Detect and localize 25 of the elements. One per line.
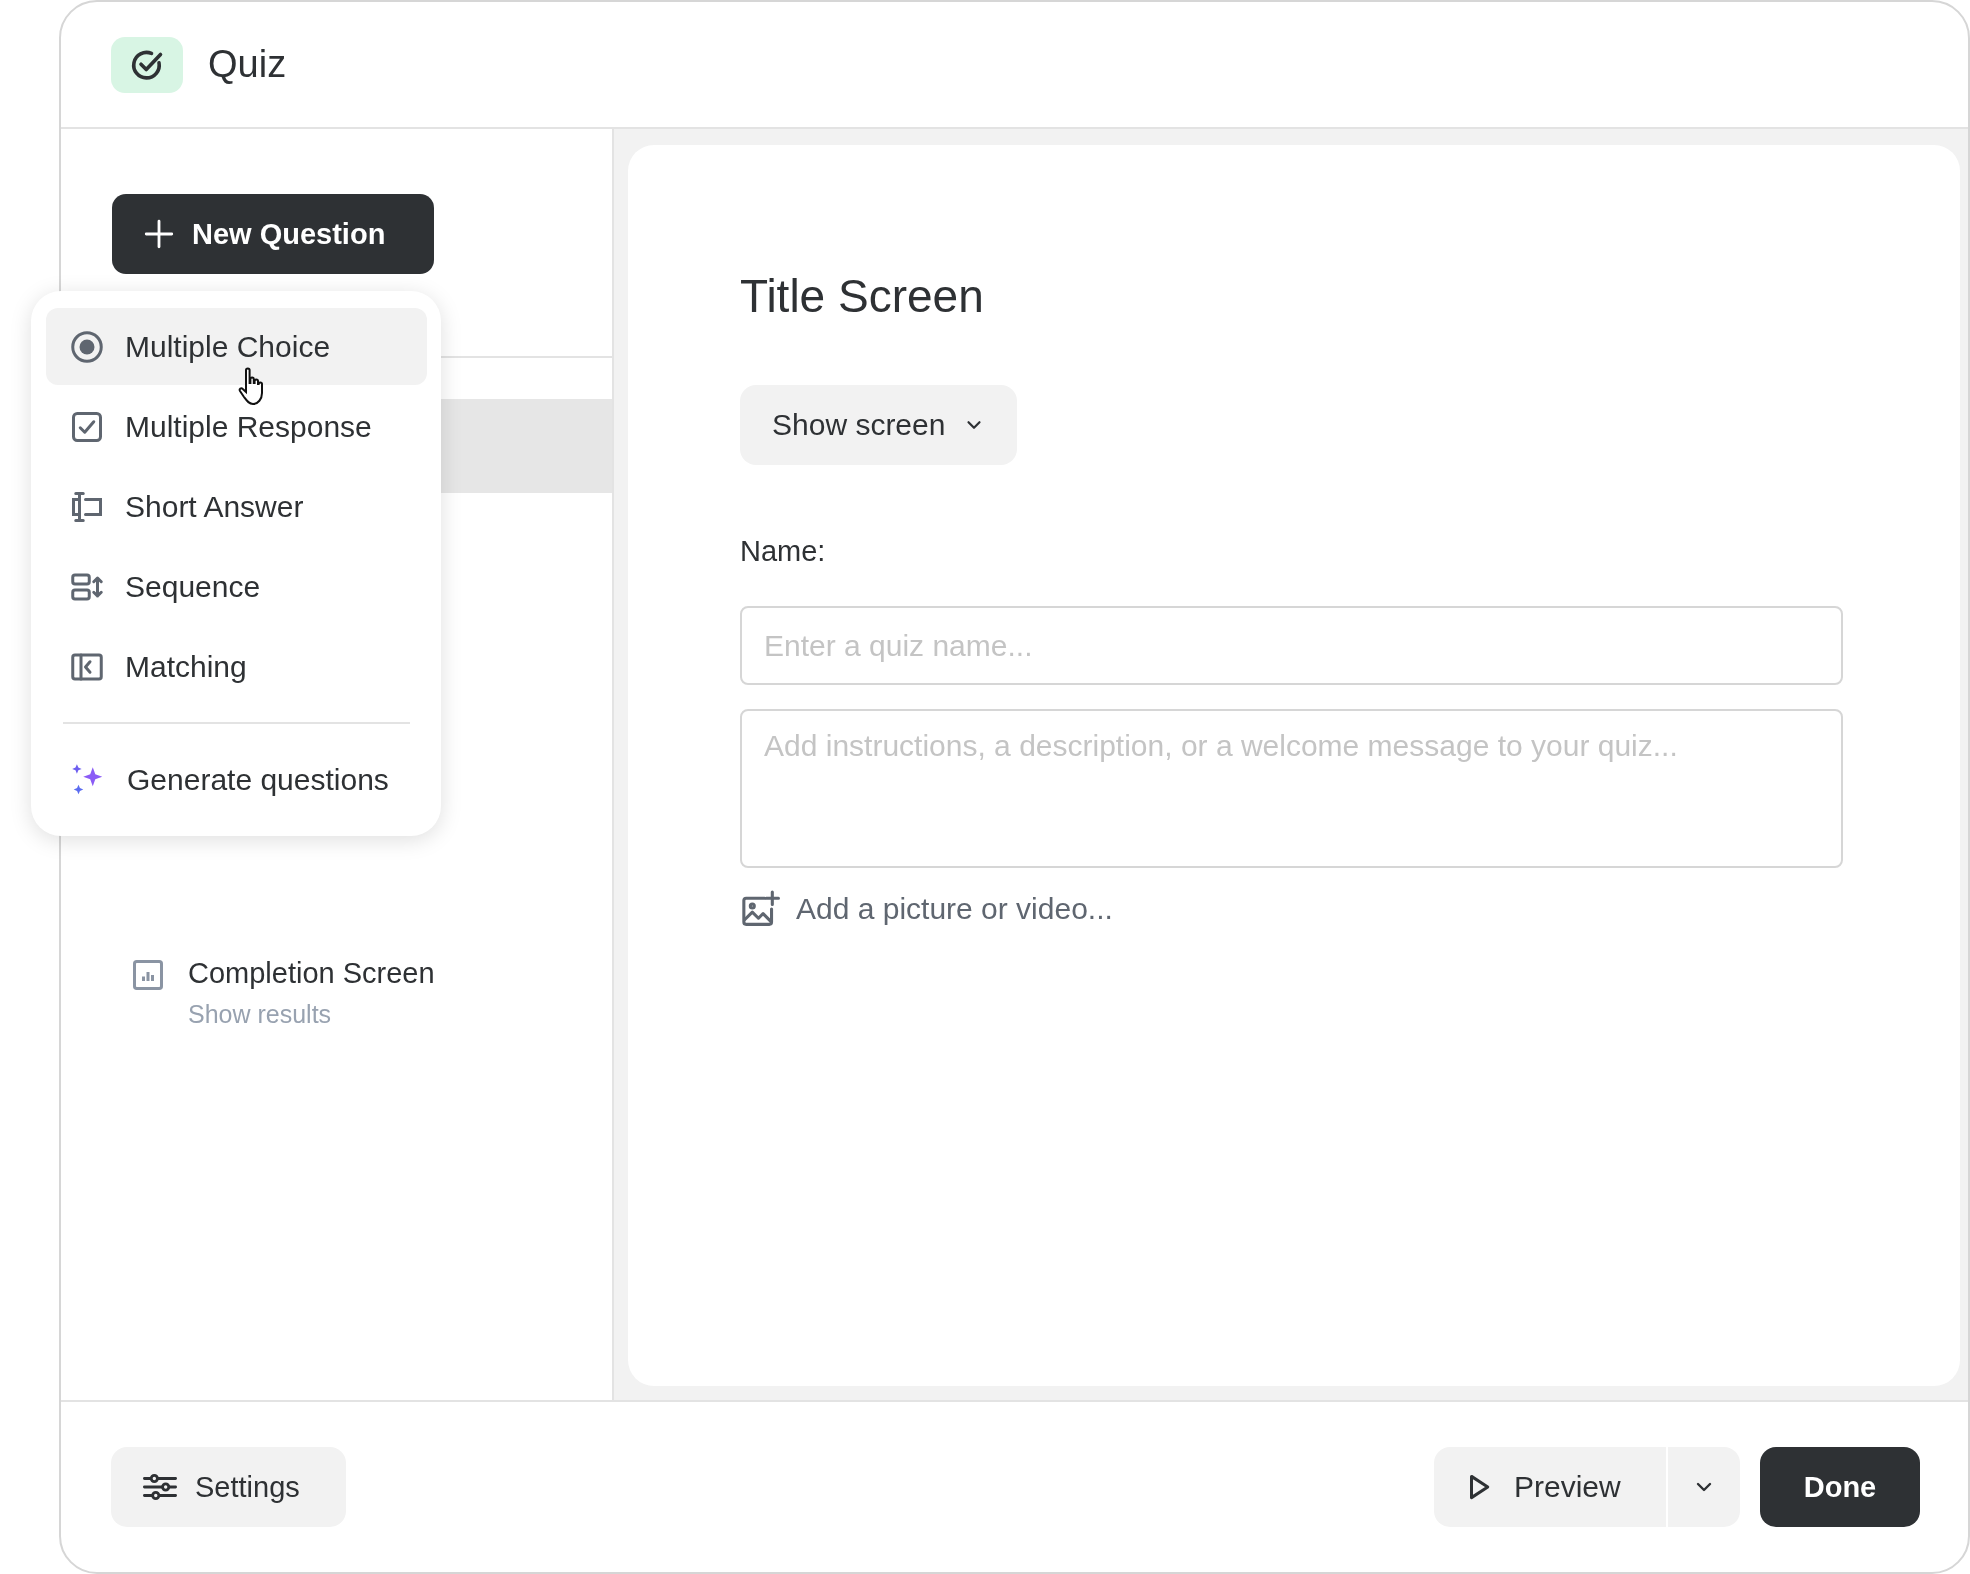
app-title: Quiz — [208, 43, 287, 86]
name-label: Name: — [740, 535, 826, 568]
preview-options-button[interactable] — [1668, 1447, 1740, 1527]
menu-item[interactable]: Sequence — [46, 548, 427, 625]
quiz-name-field[interactable]: Enter a quiz name... — [740, 606, 1843, 685]
settings-button[interactable]: Settings — [111, 1447, 346, 1527]
radio-icon — [69, 328, 105, 365]
plus-icon — [142, 217, 176, 251]
generate-questions-item[interactable]: Generate questions — [46, 741, 427, 818]
add-image-icon — [740, 890, 780, 928]
done-button[interactable]: Done — [1760, 1447, 1920, 1527]
screen-heading: Title Screen — [740, 269, 984, 323]
menu-item[interactable]: Short Answer — [46, 468, 427, 545]
add-media-link[interactable]: Add a picture or video... — [796, 892, 1113, 926]
description-field[interactable]: Add instructions, a description, or a welcome message to your quiz... — [740, 709, 1843, 868]
menu-item[interactable]: Matching — [46, 628, 427, 705]
menu-item[interactable]: Multiple Response — [46, 388, 427, 465]
menu-item[interactable]: Multiple Choice — [46, 308, 427, 385]
completion-screen-label[interactable]: Completion Screen — [188, 957, 435, 990]
bar-chart-icon — [130, 957, 166, 993]
preview-button[interactable]: Preview — [1434, 1447, 1666, 1527]
checkmark-logo-icon — [111, 36, 183, 93]
show-screen-dropdown[interactable]: Show screen — [740, 385, 1018, 465]
new-question-button[interactable]: New Question — [112, 194, 434, 274]
completion-subtitle: Show results — [188, 1000, 333, 1029]
